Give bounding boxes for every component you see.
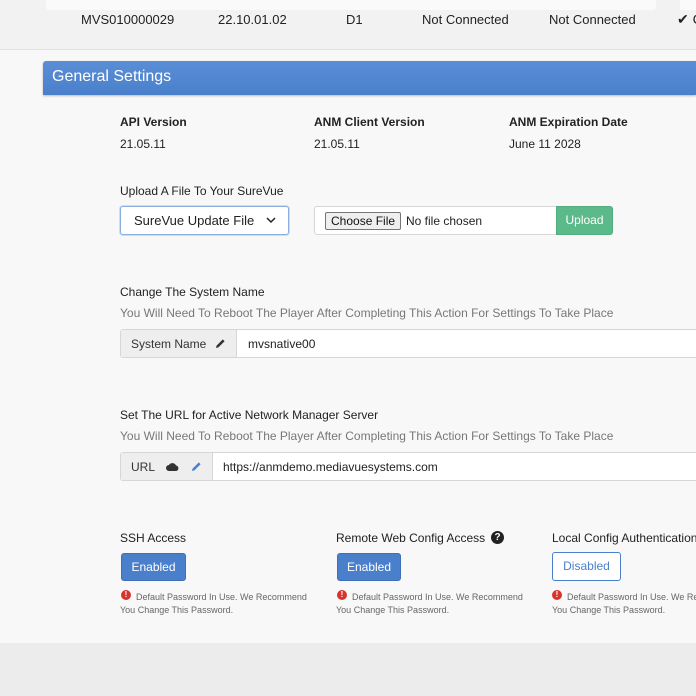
system-name-title: Change The System Name	[120, 285, 265, 299]
local-auth-toggle[interactable]: Disabled	[552, 552, 621, 581]
device-row[interactable]: MVS010000029 22.10.01.02 D1 Not Connecte…	[0, 0, 696, 50]
file-status-text: No file chosen	[406, 214, 483, 228]
pencil-icon[interactable]	[215, 338, 226, 349]
choose-file-button[interactable]: Choose File	[325, 212, 402, 230]
system-name-group: System Name mvsnative00	[120, 329, 696, 358]
upload-title: Upload A File To Your SureVue	[120, 184, 284, 198]
general-settings-panel: General Settings API Version 21.05.11 AN…	[0, 50, 696, 643]
anm-url-addon-label: URL	[131, 460, 156, 474]
system-name-note: You Will Need To Reboot The Player After…	[120, 306, 614, 320]
api-version-value: 21.05.11	[120, 137, 166, 151]
anm-expiration-label: ANM Expiration Date	[509, 115, 628, 129]
local-auth-label: Local Config Authentication	[552, 531, 696, 545]
pencil-icon[interactable]	[191, 461, 202, 472]
device-row-card-edge	[46, 0, 656, 10]
chevron-down-icon	[266, 217, 276, 224]
panel-header: General Settings	[43, 61, 696, 95]
upload-type-select[interactable]: SureVue Update File	[120, 206, 289, 235]
remote-access-toggle[interactable]: Enabled	[337, 553, 401, 581]
anm-url-title: Set The URL for Active Network Manager S…	[120, 408, 379, 422]
panel-title: General Settings	[52, 68, 172, 85]
ssh-access-label: SSH Access	[120, 531, 187, 545]
device-check-status: ✔ C	[677, 11, 696, 27]
device-status-1: Not Connected	[422, 12, 509, 27]
api-version-label: API Version	[120, 115, 187, 129]
anm-url-addon: URL	[121, 453, 213, 480]
system-name-addon-label: System Name	[131, 337, 207, 351]
anm-client-version-value: 21.05.11	[314, 137, 360, 151]
remote-access-label: Remote Web Config Access	[336, 531, 486, 545]
help-icon[interactable]: ?	[491, 531, 504, 544]
upload-button[interactable]: Upload	[556, 206, 613, 235]
cloud-icon	[166, 463, 179, 471]
warning-icon: !	[121, 590, 131, 600]
anm-url-group: URL https://anmdemo.mediavuesystems.com	[120, 452, 696, 481]
warning-icon: !	[337, 590, 347, 600]
ssh-warning-line2: You Change This Password.	[120, 605, 234, 615]
system-name-input[interactable]: mvsnative00	[248, 337, 315, 351]
device-status-2: Not Connected	[549, 12, 636, 27]
local-warning-line1: Default Password In Use. We Re	[567, 592, 696, 602]
anm-expiration-value: June 11 2028	[509, 137, 581, 151]
ssh-access-toggle[interactable]: Enabled	[121, 553, 186, 581]
anm-url-note: You Will Need To Reboot The Player After…	[120, 429, 614, 443]
device-type: D1	[346, 12, 363, 27]
remote-warning-line2: You Change This Password.	[336, 605, 450, 615]
local-warning-line2: You Change This Password.	[552, 605, 666, 615]
footer	[0, 643, 696, 696]
upload-type-selected: SureVue Update File	[134, 213, 255, 228]
device-serial: MVS010000029	[81, 12, 175, 27]
device-version: 22.10.01.02	[218, 12, 287, 27]
ssh-warning-line1: Default Password In Use. We Recommend	[136, 592, 307, 602]
warning-icon: !	[552, 590, 562, 600]
device-row-card-edge-right	[680, 0, 696, 10]
remote-warning-line1: Default Password In Use. We Recommend	[352, 592, 523, 602]
anm-client-version-label: ANM Client Version	[314, 115, 425, 129]
anm-url-input[interactable]: https://anmdemo.mediavuesystems.com	[223, 460, 438, 474]
file-input[interactable]: Choose File No file chosen	[314, 206, 557, 235]
system-name-addon: System Name	[121, 330, 237, 357]
